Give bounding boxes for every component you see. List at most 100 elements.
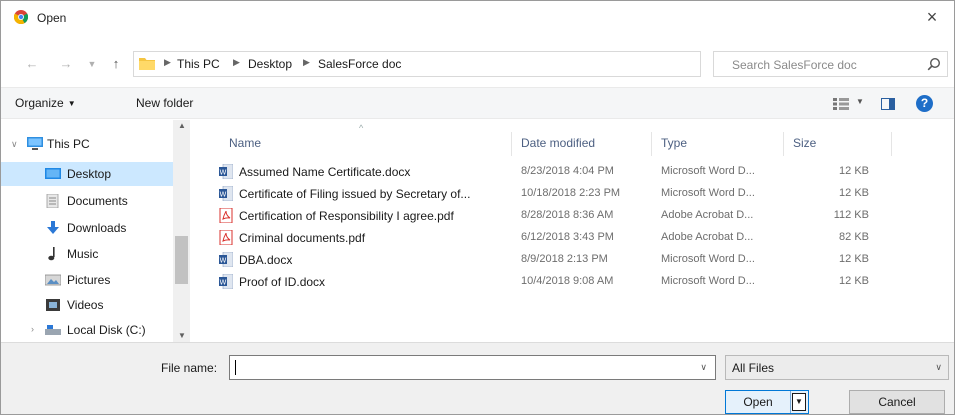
folder-icon — [139, 58, 155, 70]
recent-locations-chevron-icon[interactable]: ▼ — [83, 55, 101, 73]
file-row[interactable]: W Certificate of Filing issued by Secret… — [211, 183, 941, 205]
chevron-down-icon[interactable]: ∨ — [700, 362, 707, 373]
file-name: Certificate of Filing issued by Secretar… — [239, 187, 471, 201]
column-header-name[interactable]: Name — [229, 136, 261, 150]
file-date: 10/18/2018 2:23 PM — [521, 187, 621, 199]
help-icon[interactable]: ? — [916, 95, 933, 112]
pdf-icon — [219, 208, 233, 223]
sidebar-item-downloads[interactable]: Downloads — [1, 216, 173, 240]
column-header-date-modified[interactable]: Date modified — [521, 136, 595, 150]
breadcrumb-this-pc[interactable]: This PC — [177, 57, 220, 71]
close-button[interactable]: × — [910, 1, 954, 33]
collapse-chevron-icon[interactable]: ∨ — [11, 139, 18, 150]
file-name: Certification of Responsibility I agree.… — [239, 209, 454, 223]
file-name-label: File name: — [161, 361, 218, 375]
sort-ascending-icon: ^ — [359, 123, 364, 133]
sidebar-item-label: This PC — [47, 137, 90, 151]
sidebar-item-videos[interactable]: Videos — [1, 293, 173, 317]
svg-text:W: W — [220, 278, 227, 286]
file-row[interactable]: Criminal documents.pdf 6/12/2018 3:43 PM… — [211, 227, 941, 249]
open-file-dialog: Open × ← → ▼ ↑ ▶ This PC ▶ Desktop ▶ Sal… — [0, 0, 955, 415]
scrollbar-thumb[interactable] — [175, 236, 188, 284]
change-view-icon[interactable] — [833, 98, 849, 110]
sidebar-item-pictures[interactable]: Pictures — [1, 268, 173, 292]
sidebar-item-desktop[interactable]: Desktop — [1, 162, 173, 186]
file-date: 8/28/2018 8:36 AM — [521, 209, 614, 221]
sidebar-item-label: Music — [67, 247, 99, 261]
file-row[interactable]: W Assumed Name Certificate.docx 8/23/201… — [211, 161, 941, 183]
title-bar: Open × — [1, 1, 954, 35]
column-divider[interactable] — [511, 132, 512, 156]
scroll-down-icon[interactable]: ▼ — [178, 331, 186, 340]
search-icon[interactable] — [927, 57, 941, 71]
documents-icon — [46, 194, 59, 208]
chevron-down-icon: ▼ — [67, 99, 76, 108]
breadcrumb-separator-icon[interactable]: ▶ — [164, 57, 171, 68]
downloads-icon — [47, 221, 59, 234]
file-date: 8/23/2018 4:04 PM — [521, 165, 614, 177]
file-date: 10/4/2018 9:08 AM — [521, 275, 614, 287]
close-icon: × — [926, 6, 938, 27]
search-placeholder: Search SalesForce doc — [732, 58, 857, 72]
file-name: DBA.docx — [239, 253, 293, 267]
view-options-chevron-icon[interactable]: ▼ — [856, 97, 864, 106]
chrome-icon — [14, 10, 28, 24]
word-icon: W — [219, 186, 233, 201]
window-title: Open — [37, 11, 67, 25]
file-type: Microsoft Word D... — [661, 165, 755, 177]
navigation-pane: ∨ This PC Desktop Documents Downloads Mu… — [1, 120, 191, 342]
breadcrumb-separator-icon[interactable]: ▶ — [303, 57, 310, 68]
music-icon — [48, 247, 55, 261]
scroll-up-icon[interactable]: ▲ — [178, 121, 186, 130]
file-size: 12 KB — [839, 275, 869, 287]
sidebar-item-label: Videos — [67, 298, 104, 312]
file-row[interactable]: W Proof of ID.docx 10/4/2018 9:08 AM Mic… — [211, 271, 941, 293]
column-header-size[interactable]: Size — [793, 136, 816, 150]
preview-pane-icon[interactable] — [881, 98, 895, 110]
sidebar-item-label: Pictures — [67, 273, 111, 287]
up-arrow-icon[interactable]: ↑ — [107, 55, 125, 73]
file-size: 12 KB — [839, 253, 869, 265]
file-row[interactable]: W DBA.docx 8/9/2018 2:13 PM Microsoft Wo… — [211, 249, 941, 271]
sidebar-item-music[interactable]: Music — [1, 242, 173, 266]
svg-text:W: W — [220, 168, 227, 176]
breadcrumb-salesforce-doc[interactable]: SalesForce doc — [318, 57, 401, 71]
word-icon: W — [219, 164, 233, 179]
command-bar: Organize ▼ New folder ▼ ? — [1, 87, 954, 119]
sidebar-item-label: Desktop — [67, 167, 112, 181]
sidebar-item-documents[interactable]: Documents — [1, 189, 173, 213]
expand-chevron-icon[interactable]: › — [31, 324, 34, 334]
open-options-chevron-icon[interactable]: ▼ — [792, 393, 806, 411]
svg-text:W: W — [220, 190, 227, 198]
column-header-type[interactable]: Type — [661, 136, 687, 150]
open-button[interactable]: Open ▼ — [725, 390, 809, 414]
file-size: 12 KB — [839, 165, 869, 177]
sidebar-item-local-disk[interactable]: › Local Disk (C:) — [1, 318, 173, 342]
new-folder-button[interactable]: New folder — [136, 96, 193, 110]
file-type: Microsoft Word D... — [661, 275, 755, 287]
word-icon: W — [219, 274, 233, 289]
back-arrow-icon[interactable]: ← — [23, 55, 41, 73]
file-type-select[interactable]: All Files ∨ — [725, 355, 949, 380]
navigation-row: ← → ▼ ↑ ▶ This PC ▶ Desktop ▶ SalesForce… — [1, 51, 954, 77]
file-size: 82 KB — [839, 231, 869, 243]
breadcrumb-desktop[interactable]: Desktop — [248, 57, 292, 71]
search-box[interactable]: Search SalesForce doc — [713, 51, 948, 77]
organize-label: Organize — [15, 96, 64, 110]
text-caret — [235, 360, 236, 375]
navigation-scrollbar[interactable]: ▲ ▼ — [173, 120, 190, 342]
file-row[interactable]: Certification of Responsibility I agree.… — [211, 205, 941, 227]
column-divider[interactable] — [651, 132, 652, 156]
breadcrumb-separator-icon[interactable]: ▶ — [233, 57, 240, 68]
address-bar[interactable]: ▶ This PC ▶ Desktop ▶ SalesForce doc — [133, 51, 701, 77]
sidebar-item-this-pc[interactable]: ∨ This PC — [1, 132, 173, 156]
column-divider[interactable] — [891, 132, 892, 156]
forward-arrow-icon[interactable]: → — [57, 55, 75, 73]
chevron-down-icon: ∨ — [935, 362, 942, 372]
organize-button[interactable]: Organize ▼ — [15, 96, 76, 110]
file-list: ^ Name Date modified Type Size W Assumed… — [191, 120, 954, 342]
cancel-button[interactable]: Cancel — [849, 390, 945, 414]
file-name: Criminal documents.pdf — [239, 231, 366, 245]
column-divider[interactable] — [783, 132, 784, 156]
file-name-field[interactable]: ∨ — [229, 355, 716, 380]
